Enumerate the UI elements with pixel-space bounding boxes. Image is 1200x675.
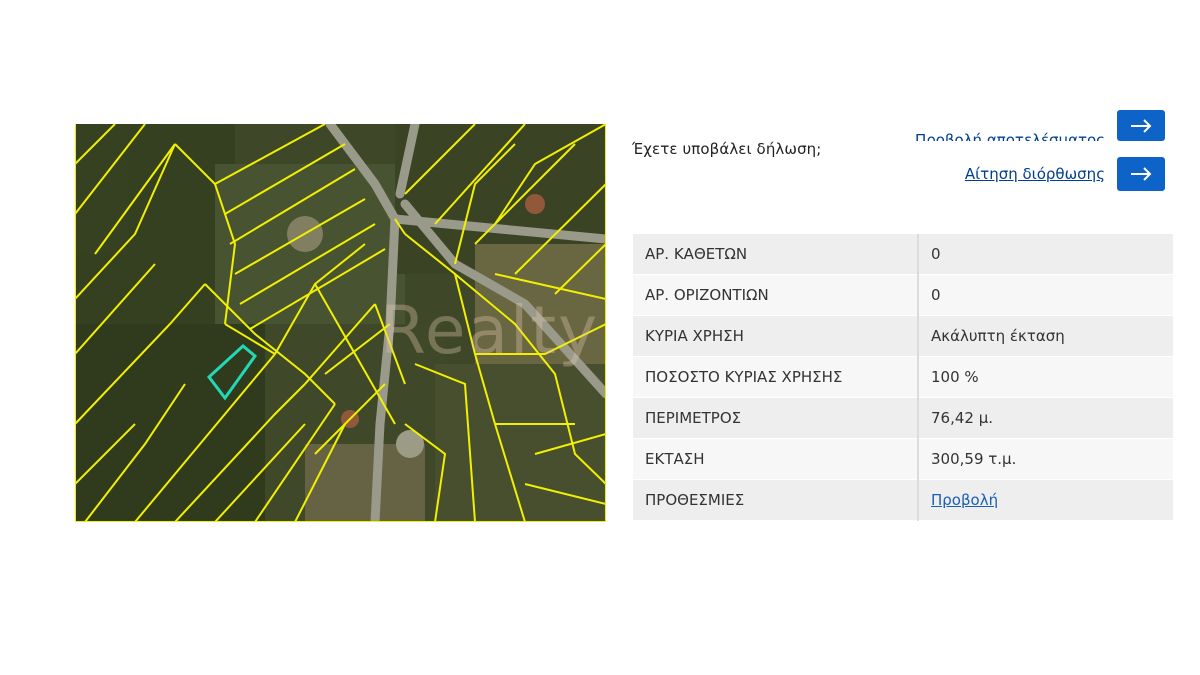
detail-value: 100 %	[918, 356, 1173, 398]
detail-key: ΠΕΡΙΜΕΤΡΟΣ	[633, 397, 919, 439]
table-row: ΑΡ. ΚΑΘΕΤΩΝ 0	[633, 234, 1173, 275]
detail-key: ΑΡ. ΚΑΘΕΤΩΝ	[633, 234, 919, 275]
cadastral-map[interactable]	[75, 124, 606, 522]
table-row: ΑΡ. ΟΡΙΖΟΝΤΙΩΝ 0	[633, 274, 1173, 316]
detail-key: ΑΡ. ΟΡΙΖΟΝΤΙΩΝ	[633, 274, 919, 316]
arrow-right-icon	[1131, 167, 1152, 181]
deadlines-view-link[interactable]: Προβολή	[931, 491, 998, 509]
parcel-details-table: ΑΡ. ΚΑΘΕΤΩΝ 0 ΑΡ. ΟΡΙΖΟΝΤΙΩΝ 0 ΚΥΡΙΑ ΧΡΗ…	[633, 234, 1173, 521]
arrow-right-icon	[1131, 118, 1152, 133]
detail-value: 0	[918, 274, 1173, 316]
correction-request-link[interactable]: Αίτηση διόρθωσης	[965, 165, 1105, 183]
preview-results-button[interactable]	[1117, 110, 1165, 141]
table-row: ΠΕΡΙΜΕΤΡΟΣ 76,42 μ.	[633, 397, 1173, 439]
detail-value: 300,59 τ.μ.	[918, 438, 1173, 480]
table-row: ΠΟΣΟΣΤΟ ΚΥΡΙΑΣ ΧΡΗΣΗΣ 100 %	[633, 356, 1173, 398]
table-row: ΠΡΟΘΕΣΜΙΕΣ Προβολή	[633, 479, 1173, 521]
detail-value: Ακάλυπτη έκταση	[918, 315, 1173, 357]
preview-results-row: Προβολή αποτελέσματος	[915, 99, 1165, 141]
map-canvas	[75, 124, 606, 522]
detail-key: ΕΚΤΑΣΗ	[633, 438, 919, 480]
detail-value: 0	[918, 234, 1173, 275]
preview-results-link[interactable]: Προβολή αποτελέσματος	[915, 131, 1105, 141]
table-row: ΚΥΡΙΑ ΧΡΗΣΗ Ακάλυπτη έκταση	[633, 315, 1173, 357]
declaration-question: Έχετε υποβάλει δήλωση;	[632, 140, 822, 158]
detail-value-cell: Προβολή	[918, 479, 1173, 521]
detail-key: ΠΡΟΘΕΣΜΙΕΣ	[633, 479, 919, 521]
correction-request-button[interactable]	[1117, 157, 1165, 191]
table-row: ΕΚΤΑΣΗ 300,59 τ.μ.	[633, 438, 1173, 480]
correction-request-row: Αίτηση διόρθωσης	[965, 157, 1165, 191]
detail-key: ΠΟΣΟΣΤΟ ΚΥΡΙΑΣ ΧΡΗΣΗΣ	[633, 356, 919, 398]
parcel-info-panel: Προβολή αποτελέσματος Έχετε υποβάλει δήλ…	[620, 110, 1180, 530]
detail-key: ΚΥΡΙΑ ΧΡΗΣΗ	[633, 315, 919, 357]
detail-value: 76,42 μ.	[918, 397, 1173, 439]
